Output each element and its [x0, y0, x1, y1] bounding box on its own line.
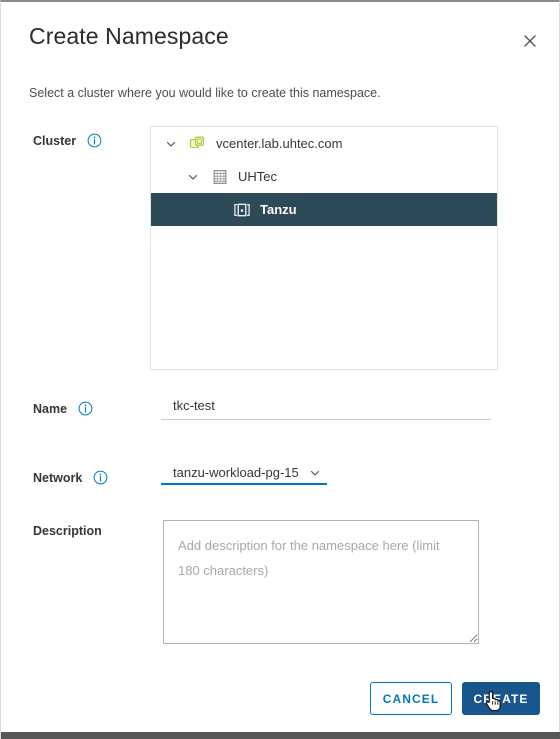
network-label: Network — [33, 470, 108, 485]
network-select[interactable]: tanzu-workload-pg-15 — [161, 465, 327, 485]
dialog-header: Create Namespace — [1, 2, 560, 74]
close-icon[interactable] — [517, 28, 543, 54]
info-icon[interactable] — [93, 470, 108, 485]
window-bottom-bar — [1, 732, 560, 739]
name-label-text: Name — [33, 402, 68, 416]
tree-node-label: UHTec — [238, 169, 278, 184]
create-button[interactable]: CREATE — [462, 682, 540, 715]
tree-node-label: vcenter.lab.uhtec.com — [216, 136, 343, 151]
cluster-icon — [233, 201, 251, 219]
vcenter-icon — [189, 135, 207, 153]
network-label-text: Network — [33, 471, 83, 485]
network-select-value: tanzu-workload-pg-15 — [173, 465, 299, 480]
chevron-down-icon[interactable] — [185, 169, 201, 185]
info-icon[interactable] — [87, 133, 102, 148]
cluster-label: Cluster — [33, 133, 102, 148]
dialog-footer: CANCEL CREATE — [1, 670, 560, 734]
intro-text: Select a cluster where you would like to… — [29, 86, 381, 100]
dialog-body: Select a cluster where you would like to… — [1, 74, 560, 670]
name-label: Name — [33, 401, 93, 416]
cluster-label-text: Cluster — [33, 134, 77, 148]
create-namespace-dialog: Create Namespace Select a cluster where … — [0, 0, 560, 739]
cancel-button[interactable]: CANCEL — [370, 682, 452, 715]
description-textarea[interactable] — [163, 520, 479, 644]
chevron-down-icon[interactable] — [309, 467, 321, 479]
description-label: Description — [33, 524, 102, 538]
chevron-down-icon[interactable] — [163, 136, 179, 152]
tree-node-datacenter[interactable]: UHTec — [151, 160, 497, 193]
description-label-text: Description — [33, 524, 102, 538]
tree-node-vcenter[interactable]: vcenter.lab.uhtec.com — [151, 127, 497, 160]
tree-node-cluster-tanzu[interactable]: Tanzu — [151, 193, 497, 226]
cluster-tree[interactable]: vcenter.lab.uhtec.com UHTec Tanzu — [150, 126, 498, 370]
namespace-name-input[interactable] — [161, 396, 491, 420]
page-title: Create Namespace — [29, 23, 229, 49]
tree-node-label: Tanzu — [260, 202, 297, 217]
info-icon[interactable] — [78, 401, 93, 416]
datacenter-icon — [211, 168, 229, 186]
